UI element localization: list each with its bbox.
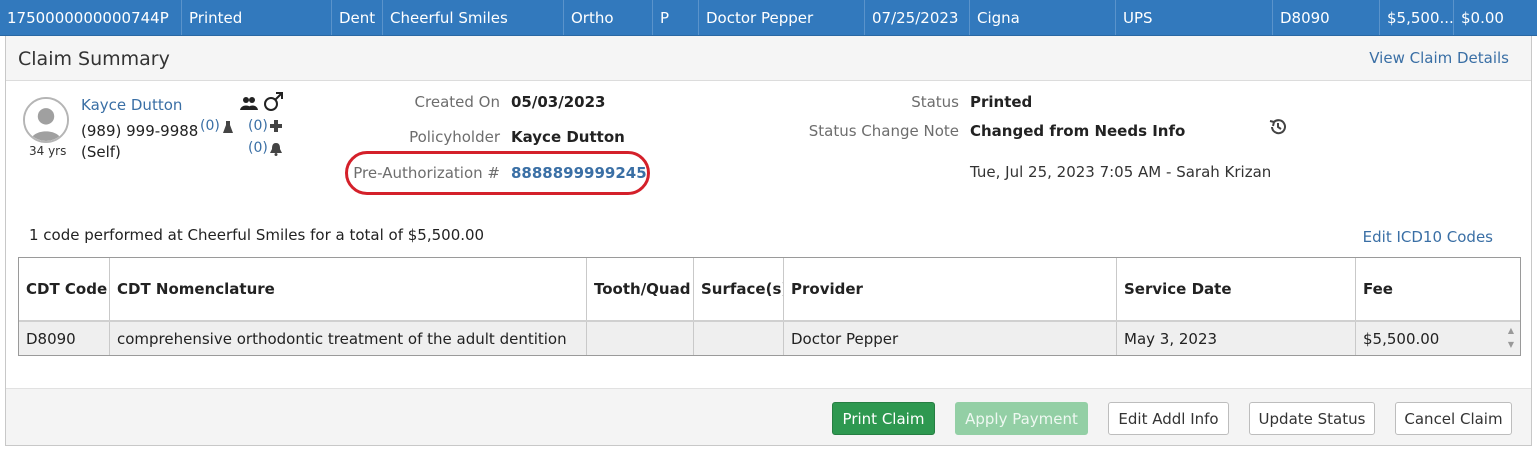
apply-payment-button[interactable]: Apply Payment [955, 402, 1088, 435]
panel-title: Claim Summary [18, 48, 170, 70]
medical-cross-icon [270, 120, 282, 135]
policyholder-value: Kayce Dutton [511, 128, 625, 146]
procedure-table: CDT Code CDT Nomenclature Tooth/Quad Sur… [18, 257, 1521, 356]
claim-carrier: Cigna [970, 0, 1116, 35]
claim-location: Cheerful Smiles [383, 0, 564, 35]
table-scrollbar[interactable]: ▲ ▼ [1506, 324, 1516, 352]
status-label: Status [911, 93, 959, 111]
claim-fee: $5,500... [1380, 0, 1454, 35]
header-provider[interactable]: Provider [784, 258, 1117, 320]
header-service-date[interactable]: Service Date [1117, 258, 1356, 320]
header-cdt-nomenclature[interactable]: CDT Nomenclature [110, 258, 587, 320]
person-icon [25, 99, 67, 141]
table-header: CDT Code CDT Nomenclature Tooth/Quad Sur… [19, 258, 1520, 322]
patient-phone: (989) 999-9988 [81, 122, 199, 140]
claim-status: Printed [182, 0, 332, 35]
status-note-label: Status Change Note [808, 122, 959, 140]
view-claim-details-link[interactable]: View Claim Details [1369, 49, 1509, 67]
claim-balance: $0.00 [1461, 8, 1504, 27]
status-note-value: Changed from Needs Info [970, 122, 1186, 140]
edit-addl-info-button[interactable]: Edit Addl Info [1108, 402, 1229, 435]
cell-tooth-quad [587, 322, 694, 355]
status-value: Printed [970, 93, 1033, 111]
update-status-button[interactable]: Update Status [1249, 402, 1375, 435]
claim-code: P [653, 0, 699, 35]
created-on-value: 05/03/2023 [511, 93, 606, 111]
header-cdt-code[interactable]: CDT Code [19, 258, 110, 320]
status-note-timestamp: Tue, Jul 25, 2023 7:05 AM - Sarah Krizan [970, 163, 1272, 181]
history-icon[interactable] [1268, 117, 1288, 137]
codes-summary-text: 1 code performed at Cheerful Smiles for … [29, 226, 485, 244]
policyholder-label: Policyholder [409, 128, 500, 146]
created-on-label: Created On [414, 93, 500, 111]
cell-cdt-code: D8090 [19, 322, 110, 355]
panel-header: Claim Summary View Claim Details [6, 36, 1531, 81]
claim-summary-panel: Claim Summary View Claim Details 34 yrs … [5, 36, 1532, 446]
print-claim-button[interactable]: Print Claim [832, 402, 935, 435]
patient-relationship: (Self) [81, 143, 121, 161]
header-tooth-quad[interactable]: Tooth/Quad [587, 258, 694, 320]
scroll-down-icon[interactable]: ▼ [1506, 338, 1516, 352]
cell-provider: Doctor Pepper [784, 322, 1117, 355]
alert-count[interactable]: (0) [248, 140, 268, 156]
avatar [23, 97, 69, 143]
patient-name-link[interactable]: Kayce Dutton [81, 96, 182, 114]
claim-number: 1750000000000744P [0, 0, 182, 35]
cell-surfaces [694, 322, 784, 355]
claim-cdt: D8090 [1273, 0, 1380, 35]
claim-date: 07/25/2023 [865, 0, 970, 35]
header-fee[interactable]: Fee [1356, 258, 1520, 320]
scroll-up-icon[interactable]: ▲ [1506, 324, 1516, 338]
claim-type: Dent [332, 0, 383, 35]
bell-icon [269, 142, 283, 159]
panel-footer: Print Claim Apply Payment Edit Addl Info… [6, 388, 1531, 445]
patient-age: 34 yrs [29, 144, 67, 158]
family-icon[interactable] [240, 96, 258, 113]
header-surfaces[interactable]: Surface(s) [694, 258, 784, 320]
claim-provider: Doctor Pepper [699, 0, 865, 35]
medical-count[interactable]: (0) [248, 118, 268, 134]
lab-count[interactable]: (0) [200, 118, 220, 134]
edit-icd10-codes-link[interactable]: Edit ICD10 Codes [1363, 228, 1493, 246]
claim-specialty: Ortho [564, 0, 653, 35]
claim-shipping: UPS [1116, 0, 1273, 35]
claim-row[interactable]: 1750000000000744P Printed Dent Cheerful … [0, 0, 1537, 36]
preauth-highlight-circle [345, 151, 650, 195]
cell-fee: $5,500.00 [1363, 329, 1440, 348]
flask-icon [222, 120, 234, 137]
cell-service-date: May 3, 2023 [1117, 322, 1356, 355]
male-gender-icon [263, 92, 285, 115]
cancel-claim-button[interactable]: Cancel Claim [1395, 402, 1512, 435]
cell-cdt-nomenclature: comprehensive orthodontic treatment of t… [110, 322, 587, 355]
table-row[interactable]: D8090 comprehensive orthodontic treatmen… [19, 322, 1520, 355]
